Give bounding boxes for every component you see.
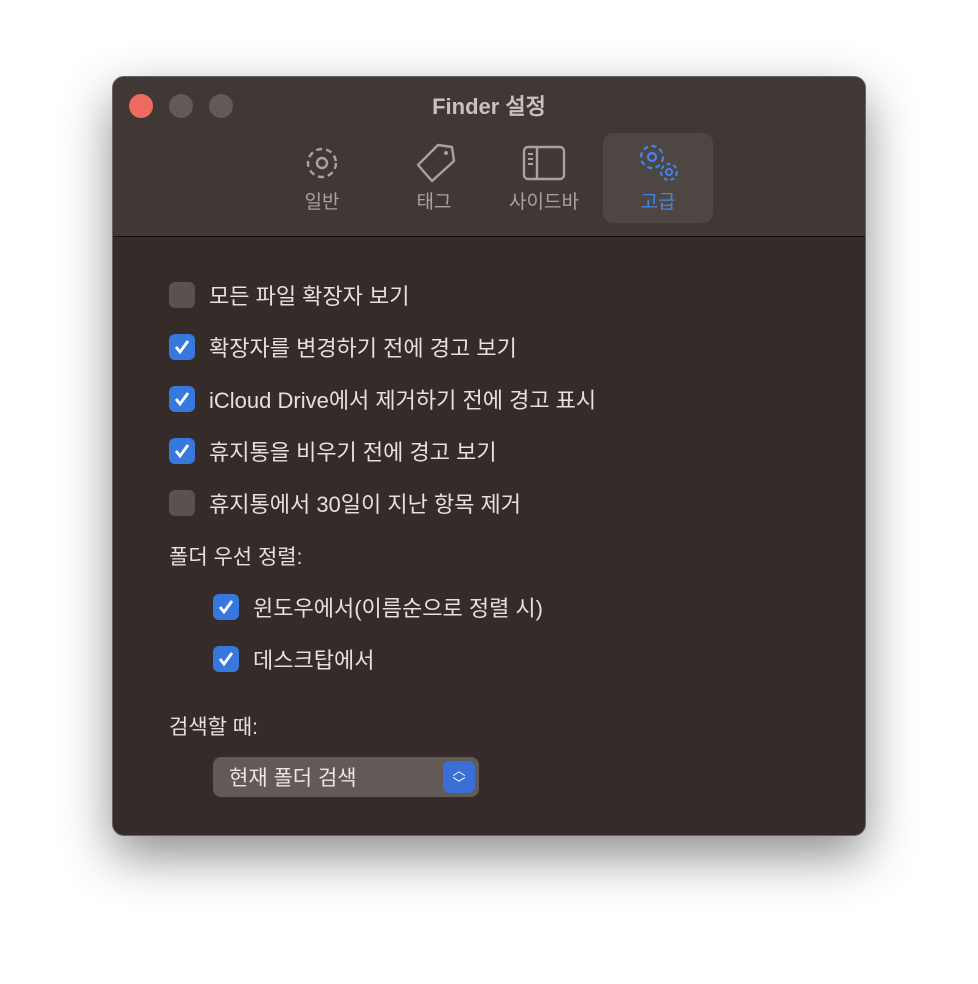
window-title: Finder 설정: [432, 94, 546, 119]
tab-advanced[interactable]: 고급: [603, 133, 713, 223]
option-label: 휴지통을 비우기 전에 경고 보기: [209, 440, 497, 465]
option-folders-first-desktop[interactable]: 데스크탑에서: [213, 643, 374, 675]
checkbox[interactable]: [169, 282, 195, 308]
toolbar: Finder 설정 일반 태그 사이드바 고급: [113, 77, 865, 237]
option-warn-extension-change[interactable]: 확장자를 변경하기 전에 경고 보기: [169, 331, 517, 363]
checkbox[interactable]: [169, 490, 195, 516]
checkmark-icon: [218, 652, 234, 667]
tab-general[interactable]: 일반: [267, 133, 377, 223]
gear-icon: [306, 147, 338, 179]
checkbox[interactable]: [213, 646, 239, 672]
tab-sidebar[interactable]: 사이드바: [489, 133, 599, 223]
option-show-all-extensions[interactable]: 모든 파일 확장자 보기: [169, 279, 410, 311]
chevron-up-down-icon: ︿ ﹀: [443, 761, 475, 793]
option-label: 윈도우에서(이름순으로 정렬 시): [253, 596, 543, 621]
select-value: 현재 폴더 검색: [229, 767, 357, 790]
option-warn-icloud-remove[interactable]: iCloud Drive에서 제거하기 전에 경고 표시: [169, 383, 596, 415]
checkbox[interactable]: [169, 386, 195, 412]
tab-label: 태그: [416, 192, 452, 213]
option-remove-trash-30days[interactable]: 휴지통에서 30일이 지난 항목 제거: [169, 487, 521, 519]
checkmark-icon: [174, 444, 190, 459]
finder-settings-window: Finder 설정 일반 태그 사이드바 고급 모든 파일 확장자 보기 확장자…: [112, 76, 866, 836]
tag-icon: [416, 143, 456, 183]
option-label: 휴지통에서 30일이 지난 항목 제거: [209, 492, 522, 517]
option-label: 데스크탑에서: [253, 648, 375, 673]
folders-first-label: 폴더 우선 정렬:: [169, 546, 303, 569]
checkmark-icon: [174, 340, 190, 355]
option-label: 모든 파일 확장자 보기: [209, 284, 410, 309]
checkbox[interactable]: [169, 334, 195, 360]
checkmark-icon: [218, 600, 234, 615]
checkbox[interactable]: [213, 594, 239, 620]
tab-label: 고급: [640, 192, 676, 213]
checkmark-icon: [174, 392, 190, 407]
search-scope-select[interactable]: 현재 폴더 검색 ︿ ﹀: [213, 757, 479, 797]
option-folders-first-windows[interactable]: 윈도우에서(이름순으로 정렬 시): [213, 591, 543, 623]
option-label: iCloud Drive에서 제거하기 전에 경고 표시: [209, 388, 597, 413]
tab-label: 일반: [304, 192, 340, 213]
gears-icon: [639, 144, 678, 181]
tab-tags[interactable]: 태그: [379, 133, 489, 223]
tab-label: 사이드바: [509, 192, 579, 213]
checkbox[interactable]: [169, 438, 195, 464]
option-warn-empty-trash[interactable]: 휴지통을 비우기 전에 경고 보기: [169, 435, 497, 467]
sidebar-icon: [522, 145, 566, 181]
option-label: 확장자를 변경하기 전에 경고 보기: [209, 336, 517, 361]
search-scope-label: 검색할 때:: [169, 716, 258, 739]
